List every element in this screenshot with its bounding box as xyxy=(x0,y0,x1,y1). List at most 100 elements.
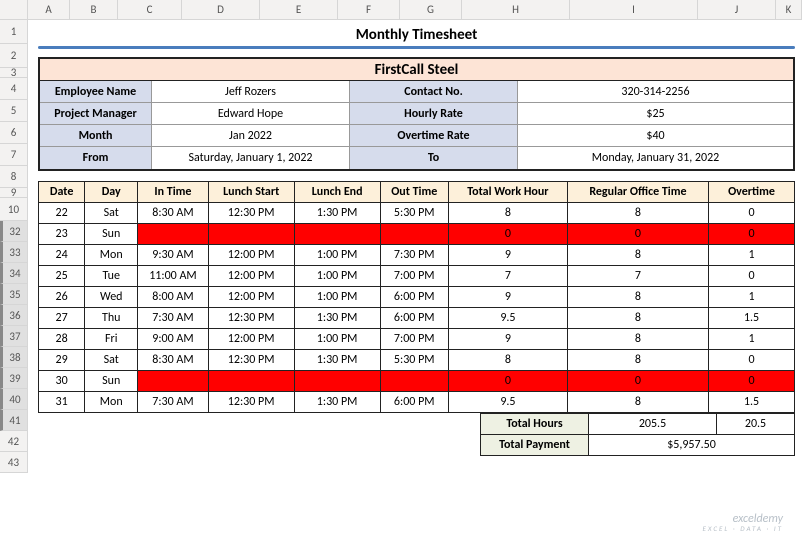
cell-date[interactable]: 25 xyxy=(39,266,85,287)
cell-rot[interactable]: 8 xyxy=(567,350,708,371)
row-header-10[interactable]: 10 xyxy=(0,198,28,221)
cell-out[interactable]: 6:00 PM xyxy=(380,308,448,329)
cell-twh[interactable]: 0 xyxy=(448,371,567,392)
cell-date[interactable]: 24 xyxy=(39,245,85,266)
cell-ls[interactable]: 12:00 PM xyxy=(208,245,294,266)
cell-le[interactable]: 1:00 PM xyxy=(294,266,380,287)
cell-day[interactable]: Sat xyxy=(85,203,138,224)
col-overtime[interactable]: Overtime xyxy=(708,182,794,203)
row-header-7[interactable]: 7 xyxy=(0,144,28,166)
cell-date[interactable]: 29 xyxy=(39,350,85,371)
cell-ot[interactable]: 1 xyxy=(708,329,794,350)
cell-rot[interactable]: 0 xyxy=(567,371,708,392)
cell-ls[interactable]: 12:00 PM xyxy=(208,266,294,287)
cell-day[interactable]: Sun xyxy=(85,371,138,392)
total-reg-hours[interactable]: 205.5 xyxy=(589,414,717,435)
col-in-time[interactable]: In Time xyxy=(138,182,209,203)
row-header-40[interactable]: 40 xyxy=(0,389,28,410)
col-total-work-hour[interactable]: Total Work Hour xyxy=(448,182,567,203)
row-header-36[interactable]: 36 xyxy=(0,305,28,326)
hourly-value[interactable]: $25 xyxy=(518,103,793,125)
cell-twh[interactable]: 7 xyxy=(448,266,567,287)
row-header-32[interactable]: 32 xyxy=(0,221,28,242)
col-header-K[interactable]: K xyxy=(776,0,802,20)
col-header-I[interactable]: I xyxy=(570,0,698,20)
cell-day[interactable]: Mon xyxy=(85,392,138,413)
cell-twh[interactable]: 9.5 xyxy=(448,392,567,413)
col-header-J[interactable]: J xyxy=(698,0,776,20)
cell-ls[interactable]: 12:30 PM xyxy=(208,392,294,413)
cell-rot[interactable]: 7 xyxy=(567,266,708,287)
cell-rot[interactable]: 8 xyxy=(567,287,708,308)
row-header-2[interactable]: 2 xyxy=(0,44,28,68)
row-header-4[interactable]: 4 xyxy=(0,78,28,100)
cell-out[interactable]: 7:00 PM xyxy=(380,329,448,350)
row-header-35[interactable]: 35 xyxy=(0,284,28,305)
row-header-38[interactable]: 38 xyxy=(0,347,28,368)
cell-date[interactable]: 26 xyxy=(39,287,85,308)
cell-ls[interactable] xyxy=(208,224,294,245)
cell-in[interactable]: 7:30 AM xyxy=(138,392,209,413)
row-header-43[interactable]: 43 xyxy=(0,452,28,473)
cell-day[interactable]: Mon xyxy=(85,245,138,266)
row-header-39[interactable]: 39 xyxy=(0,368,28,389)
select-all-corner[interactable] xyxy=(0,0,28,20)
cell-in[interactable]: 9:30 AM xyxy=(138,245,209,266)
row-header-8[interactable]: 8 xyxy=(0,166,28,188)
ot-value[interactable]: $40 xyxy=(518,125,793,147)
col-regular-office-time[interactable]: Regular Office Time xyxy=(567,182,708,203)
cell-out[interactable]: 7:30 PM xyxy=(380,245,448,266)
cell-out[interactable]: 5:30 PM xyxy=(380,203,448,224)
cell-ls[interactable]: 12:30 PM xyxy=(208,350,294,371)
cell-out[interactable] xyxy=(380,371,448,392)
col-header-E[interactable]: E xyxy=(260,0,338,20)
cell-day[interactable]: Wed xyxy=(85,287,138,308)
cell-day[interactable]: Sun xyxy=(85,224,138,245)
col-lunch-end[interactable]: Lunch End xyxy=(294,182,380,203)
col-out-time[interactable]: Out Time xyxy=(380,182,448,203)
cell-twh[interactable]: 0 xyxy=(448,224,567,245)
cell-day[interactable]: Thu xyxy=(85,308,138,329)
cell-date[interactable]: 23 xyxy=(39,224,85,245)
cell-rot[interactable]: 8 xyxy=(567,308,708,329)
cell-ls[interactable]: 12:00 PM xyxy=(208,329,294,350)
cell-ot[interactable]: 0 xyxy=(708,350,794,371)
pm-value[interactable]: Edward Hope xyxy=(152,103,350,125)
row-header-42[interactable]: 42 xyxy=(0,431,28,452)
cell-ot[interactable]: 0 xyxy=(708,266,794,287)
cell-in[interactable]: 11:00 AM xyxy=(138,266,209,287)
cell-rot[interactable]: 8 xyxy=(567,203,708,224)
row-header-34[interactable]: 34 xyxy=(0,263,28,284)
cell-date[interactable]: 30 xyxy=(39,371,85,392)
cell-day[interactable]: Fri xyxy=(85,329,138,350)
cell-le[interactable]: 1:30 PM xyxy=(294,392,380,413)
cell-ot[interactable]: 0 xyxy=(708,224,794,245)
total-payment-value[interactable]: $5,957.50 xyxy=(589,435,795,456)
row-header-41[interactable]: 41 xyxy=(0,410,28,431)
cell-le[interactable]: 1:00 PM xyxy=(294,287,380,308)
to-value[interactable]: Monday, January 31, 2022 xyxy=(518,147,793,169)
cell-ls[interactable] xyxy=(208,371,294,392)
cell-rot[interactable]: 8 xyxy=(567,329,708,350)
cell-le[interactable]: 1:30 PM xyxy=(294,350,380,371)
col-header-C[interactable]: C xyxy=(118,0,182,20)
cell-out[interactable] xyxy=(380,224,448,245)
col-lunch-start[interactable]: Lunch Start xyxy=(208,182,294,203)
cell-ls[interactable]: 12:00 PM xyxy=(208,287,294,308)
cell-in[interactable]: 9:00 AM xyxy=(138,329,209,350)
cell-out[interactable]: 6:00 PM xyxy=(380,287,448,308)
cell-out[interactable]: 7:00 PM xyxy=(380,266,448,287)
cell-day[interactable]: Tue xyxy=(85,266,138,287)
row-header-3[interactable]: 3 xyxy=(0,68,28,78)
cell-le[interactable]: 1:30 PM xyxy=(294,203,380,224)
col-header-G[interactable]: G xyxy=(400,0,462,20)
cell-ot[interactable]: 0 xyxy=(708,203,794,224)
employee-name-value[interactable]: Jeff Rozers xyxy=(152,81,350,103)
month-value[interactable]: Jan 2022 xyxy=(152,125,350,147)
cell-le[interactable]: 1:30 PM xyxy=(294,308,380,329)
cell-out[interactable]: 6:00 PM xyxy=(380,392,448,413)
cell-twh[interactable]: 9.5 xyxy=(448,308,567,329)
total-ot-hours[interactable]: 20.5 xyxy=(717,414,795,435)
cell-in[interactable]: 8:30 AM xyxy=(138,203,209,224)
cell-twh[interactable]: 9 xyxy=(448,287,567,308)
